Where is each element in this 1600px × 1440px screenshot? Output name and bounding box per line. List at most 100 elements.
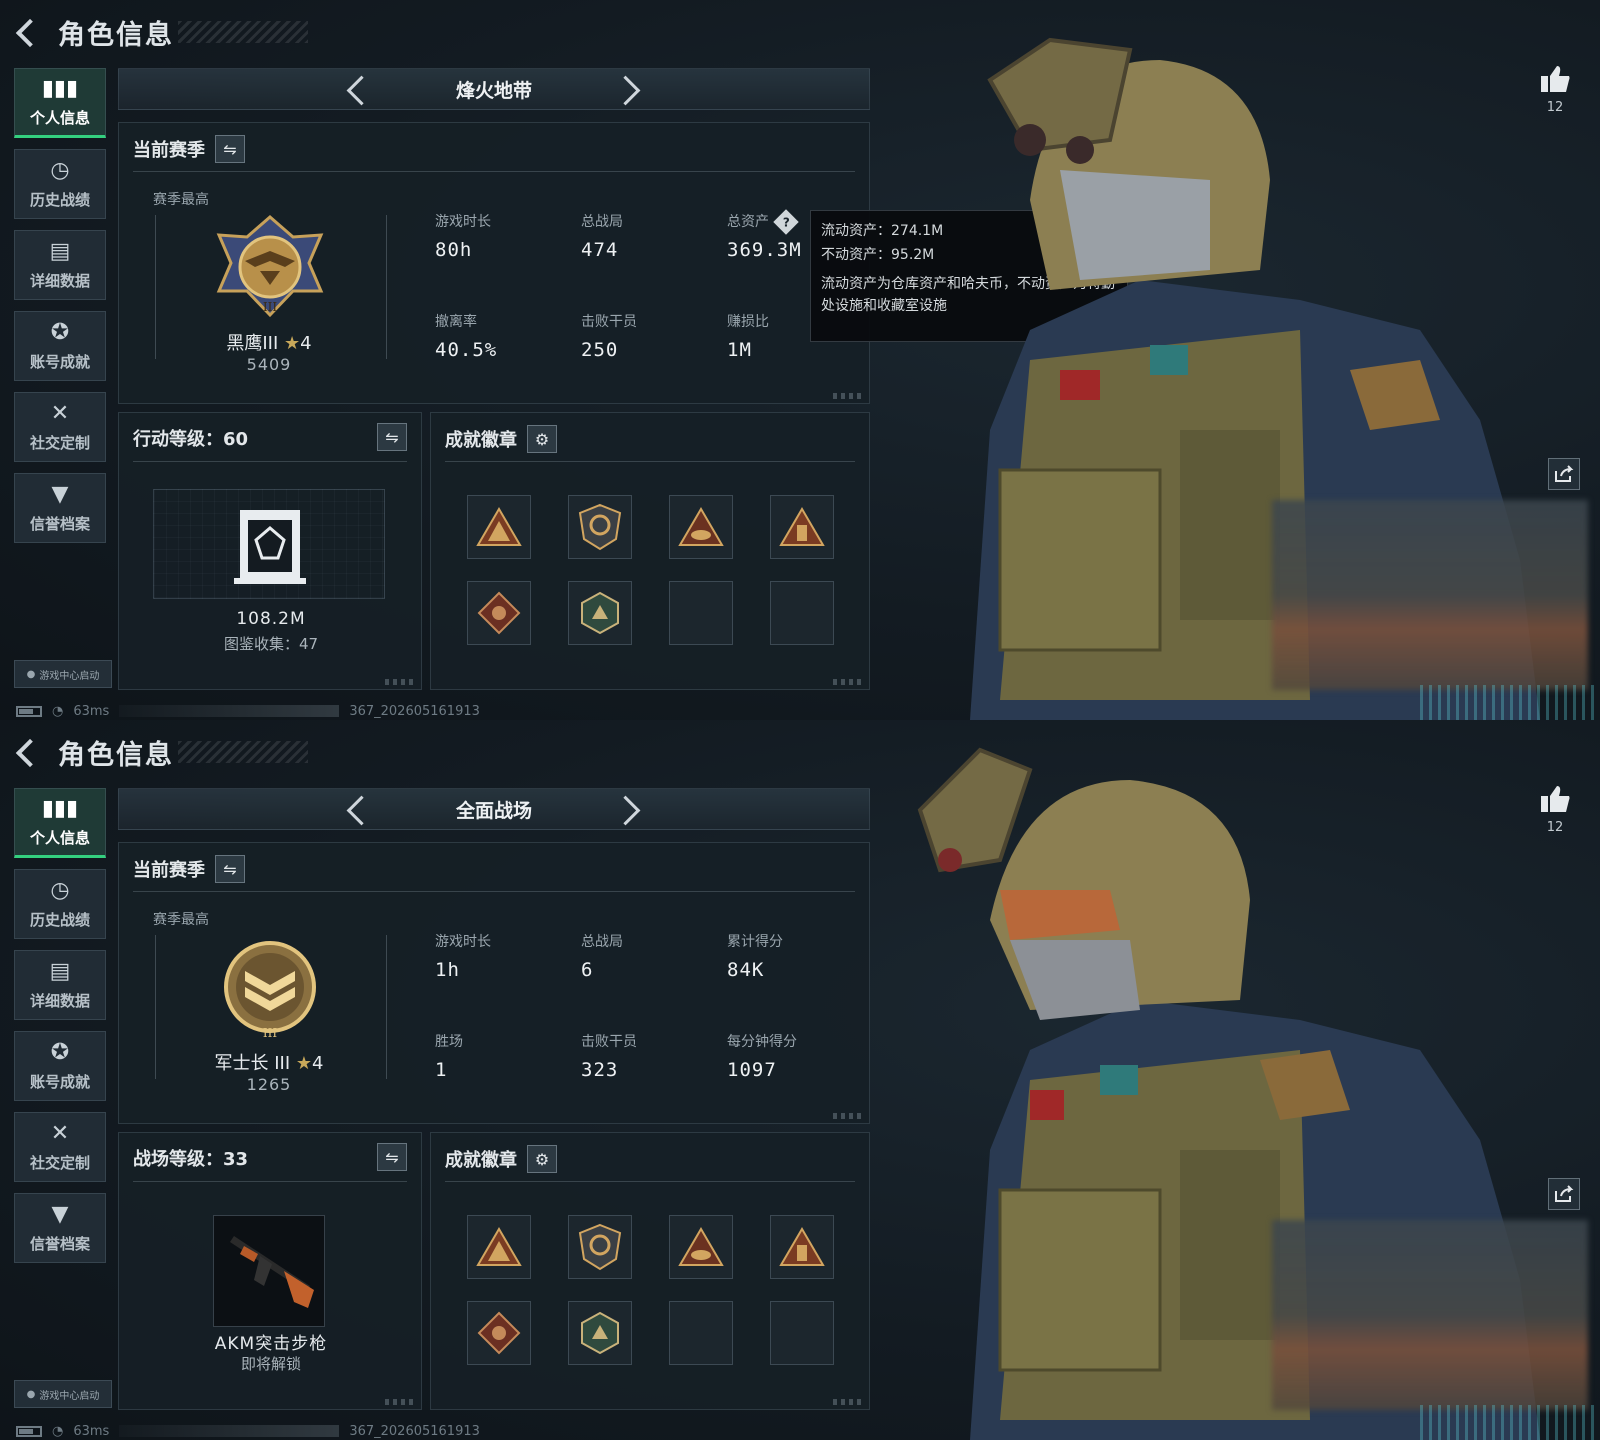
launch-badge-text: 游戏中心启动 [39, 670, 100, 682]
sidebar-item-credit[interactable]: ▼ 信誉档案 [14, 473, 106, 543]
badge-slot[interactable] [467, 581, 531, 645]
tools-icon: ✕ [50, 1120, 70, 1146]
stat-total-score: 累计得分 84K [727, 931, 783, 981]
swap-icon[interactable]: ⇋ [215, 135, 245, 163]
clock-icon: ◷ [50, 157, 70, 183]
season-title: 当前赛季 [133, 140, 205, 161]
build-id: 367_202605161913 [349, 1423, 480, 1439]
next-mode-arrow-icon[interactable] [611, 69, 651, 109]
sidebar-item-label: 社交定制 [29, 433, 90, 452]
sidebar-item-details[interactable]: ▤ 详细数据 [14, 230, 106, 300]
swap-icon[interactable]: ⇋ [377, 1143, 407, 1171]
stat-score-per-minute: 每分钟得分 1097 [727, 1031, 797, 1081]
badges-title: 成就徽章 [445, 430, 517, 451]
sidebar-item-history[interactable]: ◷ 历史战绩 [14, 149, 106, 219]
sidebar-item-achievements[interactable]: ✪ 账号成就 [14, 1031, 106, 1101]
help-icon[interactable]: ? [773, 209, 799, 235]
rank-name: 黑鹰III ★4 [153, 329, 385, 355]
rifle-icon [230, 1236, 314, 1308]
badge-slot[interactable] [467, 1215, 531, 1279]
divider [133, 891, 855, 892]
stat-total-matches: 总战局 474 [581, 211, 623, 261]
stat-value: 80h [435, 239, 473, 261]
star-icon: ★ [295, 1053, 313, 1074]
sidebar-item-history[interactable]: ◷ 历史战绩 [14, 869, 106, 939]
badge-slot-empty[interactable] [770, 1301, 834, 1365]
sidebar-item-credit[interactable]: ▼ 信誉档案 [14, 1193, 106, 1263]
corner-decoration [385, 1399, 415, 1405]
rank-stars: 4 [300, 333, 312, 354]
sidebar-item-label: 个人信息 [29, 108, 90, 127]
badge-slot[interactable] [467, 495, 531, 559]
badge-slot[interactable] [467, 1301, 531, 1365]
sidebar-item-social[interactable]: ✕ 社交定制 [14, 392, 106, 462]
build-id-blurred [119, 705, 340, 717]
header: 角色信息 [14, 12, 308, 52]
swap-icon[interactable]: ⇋ [215, 855, 245, 883]
gear-icon[interactable]: ⚙ [527, 1145, 557, 1173]
badge-slot[interactable] [568, 1215, 632, 1279]
launch-badge: ● 游戏中心启动 [14, 660, 112, 688]
penguin-icon: ● [26, 668, 36, 680]
stat-value: 84K [727, 959, 765, 981]
like-button[interactable]: 12 [1535, 64, 1575, 115]
sidebar-item-details[interactable]: ▤ 详细数据 [14, 950, 106, 1020]
next-mode-arrow-icon[interactable] [611, 789, 651, 829]
badge-grid [467, 495, 834, 645]
page-title: 角色信息 [58, 739, 174, 771]
triangle-badge-icon [678, 1227, 724, 1266]
season-title: 当前赛季 [133, 860, 205, 881]
weapon-thumbnail[interactable] [213, 1215, 325, 1327]
black-hawk-rank-emblem: III [216, 215, 324, 318]
rank-name: 军士长 III ★4 [153, 1049, 385, 1075]
back-arrow-icon[interactable] [14, 17, 44, 47]
sidebar-item-achievements[interactable]: ✪ 账号成就 [14, 311, 106, 381]
gear-icon[interactable]: ⚙ [527, 425, 557, 453]
sidebar-item-profile[interactable]: ▮▮▮ 个人信息 [14, 788, 106, 858]
share-icon[interactable] [1548, 458, 1580, 490]
triangle-badge-icon [476, 507, 522, 546]
badge-slot[interactable] [669, 1215, 733, 1279]
folder-icon: ▤ [49, 238, 71, 264]
launch-badge: ● 游戏中心启动 [14, 1380, 112, 1408]
sidebar-item-label: 社交定制 [29, 1153, 90, 1172]
stat-value: 1h [435, 959, 460, 981]
swap-icon[interactable]: ⇋ [377, 423, 407, 451]
badge-slot[interactable] [568, 495, 632, 559]
stat-value: 1M [727, 339, 752, 361]
back-arrow-icon[interactable] [14, 737, 44, 767]
mode-selector: 全面战场 [118, 788, 870, 830]
share-icon[interactable] [1548, 1178, 1580, 1210]
sidebar-item-social[interactable]: ✕ 社交定制 [14, 1112, 106, 1182]
badge-slot[interactable] [770, 495, 834, 559]
badge-slot-empty[interactable] [669, 581, 733, 645]
corner-decoration [833, 679, 863, 685]
corner-decoration [833, 1399, 863, 1405]
hexagon-badge-icon [581, 1311, 619, 1355]
stat-extract-rate: 撤离率 40.5% [435, 311, 497, 361]
sidebar-item-label: 历史战绩 [29, 190, 90, 209]
badge-slot-empty[interactable] [770, 581, 834, 645]
build-id-blurred [119, 1425, 340, 1437]
badge-slot[interactable] [770, 1215, 834, 1279]
stat-playtime: 游戏时长 1h [435, 931, 491, 981]
season-best-label: 赛季最高 [153, 912, 209, 928]
like-button[interactable]: 12 [1535, 784, 1575, 835]
sidebar-item-label: 详细数据 [29, 991, 90, 1010]
badge-slot[interactable] [568, 1301, 632, 1365]
prev-mode-arrow-icon[interactable] [337, 69, 377, 109]
badge-slot[interactable] [669, 495, 733, 559]
screen-warfare-mode: 角色信息 ▮▮▮ 个人信息 ◷ 历史战绩 ▤ 详细数据 ✪ 账号成就 ✕ 社交定… [0, 720, 1600, 1440]
badge-slot[interactable] [568, 581, 632, 645]
diamond-badge-icon [477, 1311, 521, 1355]
badge-slot-empty[interactable] [669, 1301, 733, 1365]
page-title: 角色信息 [58, 19, 174, 51]
prev-mode-arrow-icon[interactable] [337, 789, 377, 829]
star-icon: ★ [284, 333, 301, 354]
stat-value: 323 [581, 1059, 619, 1081]
sidebar-item-profile[interactable]: ▮▮▮ 个人信息 [14, 68, 106, 138]
header-stripes [178, 741, 308, 763]
blurred-region [1272, 500, 1588, 690]
triangle-badge-icon [779, 507, 825, 546]
sidebar-item-label: 账号成就 [29, 352, 90, 371]
